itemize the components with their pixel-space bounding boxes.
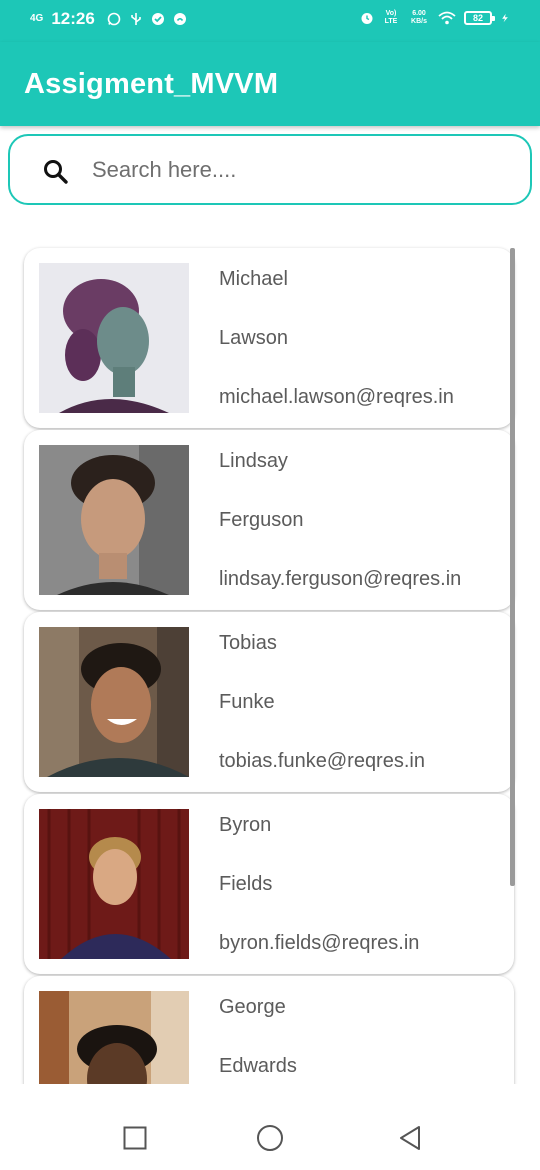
usb-icon: [131, 13, 141, 25]
network-type: 4G: [30, 13, 44, 24]
circle-icon: [257, 1125, 283, 1151]
search-input[interactable]: [90, 148, 510, 192]
search-box[interactable]: [8, 134, 532, 205]
user-card[interactable]: Tobias Funke tobias.funke@reqres.in: [24, 612, 514, 792]
email: michael.lawson@reqres.in: [219, 386, 454, 408]
app-title: Assigment_MVVM: [24, 68, 279, 100]
avatar: [39, 991, 189, 1084]
app-bar: Assigment_MVVM: [0, 42, 540, 126]
recents-button[interactable]: [119, 1122, 151, 1154]
user-card[interactable]: Byron Fields byron.fields@reqres.in: [24, 794, 514, 974]
email: tobias.funke@reqres.in: [219, 750, 425, 772]
search-icon: [44, 160, 68, 184]
first-name: Tobias: [219, 632, 277, 654]
user-card[interactable]: Lindsay Ferguson lindsay.ferguson@reqres…: [24, 430, 514, 610]
last-name: Fields: [219, 873, 273, 895]
scrollbar[interactable]: [510, 248, 515, 886]
back-button[interactable]: [394, 1122, 426, 1154]
volte-indicator: Vo) LTE: [384, 10, 398, 25]
user-card[interactable]: George Edwards: [24, 976, 514, 1084]
first-name: Lindsay: [219, 450, 288, 472]
wifi-icon: [438, 11, 456, 25]
user-card[interactable]: Michael Lawson michael.lawson@reqres.in: [24, 248, 514, 428]
first-name: George: [219, 996, 286, 1018]
battery-level: 82: [464, 11, 495, 25]
status-time: 12:26: [51, 9, 95, 28]
avatar: [39, 445, 189, 595]
last-name: Lawson: [219, 327, 288, 349]
whatsapp-icon: [107, 12, 121, 26]
last-name: Ferguson: [219, 509, 304, 531]
avatar: [39, 627, 189, 777]
last-name: Edwards: [219, 1055, 297, 1077]
first-name: Michael: [219, 268, 288, 290]
last-name: Funke: [219, 691, 275, 713]
avatar: [39, 809, 189, 959]
avatar: [39, 263, 189, 413]
sync-icon: [151, 13, 164, 25]
email: lindsay.ferguson@reqres.in: [219, 568, 462, 590]
message-icon: [173, 13, 186, 25]
triangle-back-icon: [400, 1126, 420, 1150]
network-speed: 6.00 KB/s: [411, 10, 427, 25]
home-button[interactable]: [254, 1122, 286, 1154]
status-bar: 4G 12:26 Vo) LTE 6.00 KB/s 82: [0, 0, 540, 42]
square-icon: [123, 1126, 147, 1150]
email: byron.fields@reqres.in: [219, 932, 420, 954]
navigation-bar: [0, 1106, 540, 1170]
first-name: Byron: [219, 814, 272, 836]
charging-icon: [502, 13, 508, 23]
user-list[interactable]: Michael Lawson michael.lawson@reqres.in …: [0, 236, 540, 1084]
alarm-icon: [361, 13, 373, 24]
